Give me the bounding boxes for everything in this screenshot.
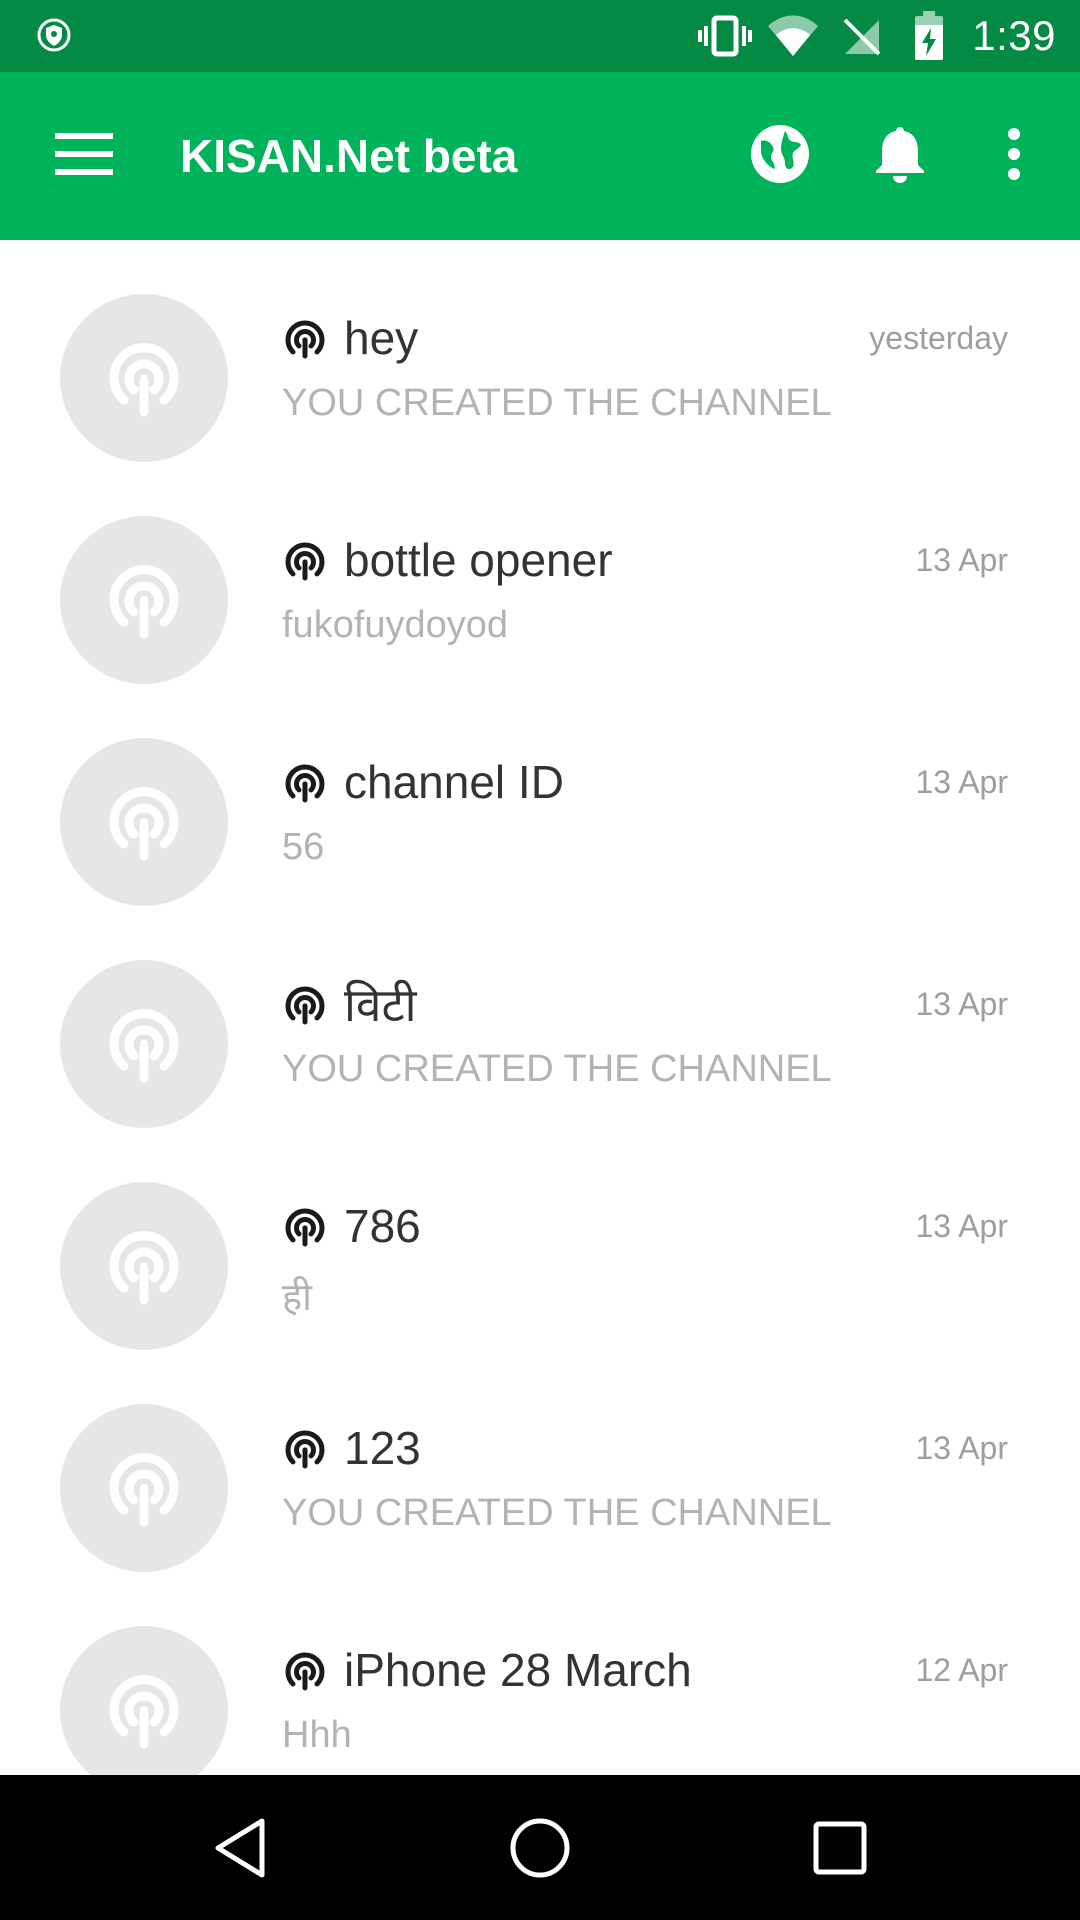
channel-last-message: Hhh <box>282 1714 352 1756</box>
channel-title: hey <box>344 312 419 364</box>
app-bar: KISAN.Net beta <box>0 72 1080 240</box>
recents-square-icon <box>813 1821 867 1880</box>
broadcast-channel-icon <box>282 1425 328 1471</box>
broadcast-channel-icon <box>282 1647 328 1693</box>
channel-timestamp: yesterday <box>869 320 1008 356</box>
recents-button[interactable] <box>780 1795 900 1905</box>
channel-title-group: विटी <box>282 974 417 1034</box>
channel-avatar-icon <box>60 738 228 906</box>
channel-avatar-icon <box>60 1182 228 1350</box>
channel-avatar-icon <box>60 960 228 1128</box>
more-options-button[interactable] <box>970 112 1058 200</box>
channel-last-message: YOU CREATED THE CHANNEL <box>282 1048 832 1090</box>
channel-timestamp: 13 Apr <box>915 1430 1008 1466</box>
broadcast-channel-icon <box>282 1203 328 1249</box>
channel-title-group: 123 <box>282 1418 421 1478</box>
channel-title-group: channel ID <box>282 752 564 812</box>
back-triangle-icon <box>212 1817 268 1884</box>
channel-row[interactable]: bottle opener 13 Apr fukofuydoyod <box>0 462 1080 684</box>
channel-timestamp: 13 Apr <box>915 542 1008 578</box>
more-vert-icon <box>1006 127 1022 185</box>
notifications-button[interactable] <box>856 112 944 200</box>
channel-avatar-icon <box>60 516 228 684</box>
channel-title: 123 <box>344 1422 421 1474</box>
channel-title: channel ID <box>344 756 564 808</box>
broadcast-channel-icon <box>282 981 328 1027</box>
channel-row[interactable]: 123 13 Apr YOU CREATED THE CHANNEL <box>0 1350 1080 1572</box>
channel-last-message: YOU CREATED THE CHANNEL <box>282 382 832 424</box>
channel-avatar-icon <box>60 1626 228 1775</box>
channel-avatar-icon <box>60 294 228 462</box>
channel-title: विटी <box>344 979 417 1031</box>
channel-title: iPhone 28 March <box>344 1644 692 1696</box>
channel-row[interactable]: hey yesterday YOU CREATED THE CHANNEL <box>0 240 1080 462</box>
channel-row[interactable]: विटी 13 Apr YOU CREATED THE CHANNEL <box>0 906 1080 1128</box>
navigation-bar <box>0 1775 1080 1920</box>
channel-row[interactable]: 786 13 Apr ही <box>0 1128 1080 1350</box>
globe-icon <box>749 123 811 190</box>
back-button[interactable] <box>180 1795 300 1905</box>
home-circle-icon <box>509 1817 571 1884</box>
bell-icon <box>874 123 926 190</box>
wifi-icon <box>766 9 820 63</box>
home-button[interactable] <box>480 1795 600 1905</box>
channel-timestamp: 12 Apr <box>915 1652 1008 1688</box>
channel-title: 786 <box>344 1200 421 1252</box>
app-title: KISAN.Net beta <box>180 130 518 182</box>
channel-timestamp: 13 Apr <box>915 1208 1008 1244</box>
channel-title-group: iPhone 28 March <box>282 1640 692 1700</box>
vpn-shield-icon <box>36 17 72 53</box>
channel-title-group: 786 <box>282 1196 421 1256</box>
channel-avatar-icon <box>60 1404 228 1572</box>
screen: 1:39 KISAN.Net beta hey yesterday YOU CR… <box>0 0 1080 1920</box>
globe-button[interactable] <box>736 112 824 200</box>
vibrate-icon <box>698 9 753 63</box>
no-sim-icon <box>834 9 888 63</box>
channel-last-message: YOU CREATED THE CHANNEL <box>282 1492 832 1534</box>
status-icons: 1:39 <box>684 0 1056 72</box>
channel-list: hey yesterday YOU CREATED THE CHANNEL bottl… <box>0 240 1080 1775</box>
channel-last-message: fukofuydoyod <box>282 604 509 646</box>
channel-title-group: hey <box>282 308 418 368</box>
battery-charging-icon <box>902 9 956 63</box>
channel-last-message: 56 <box>282 826 325 868</box>
status-bar: 1:39 <box>0 0 1080 72</box>
broadcast-channel-icon <box>282 537 328 583</box>
channel-row[interactable]: iPhone 28 March 12 Apr Hhh <box>0 1572 1080 1775</box>
status-time: 1:39 <box>972 12 1056 59</box>
channel-title: bottle opener <box>344 534 613 586</box>
channel-timestamp: 13 Apr <box>915 764 1008 800</box>
broadcast-channel-icon <box>282 759 328 805</box>
channel-row[interactable]: channel ID 13 Apr 56 <box>0 684 1080 906</box>
channel-title-group: bottle opener <box>282 530 613 590</box>
channel-timestamp: 13 Apr <box>915 986 1008 1022</box>
menu-icon <box>55 132 113 180</box>
broadcast-channel-icon <box>282 315 328 361</box>
menu-button[interactable] <box>40 112 128 200</box>
channel-last-message: ही <box>282 1277 313 1319</box>
